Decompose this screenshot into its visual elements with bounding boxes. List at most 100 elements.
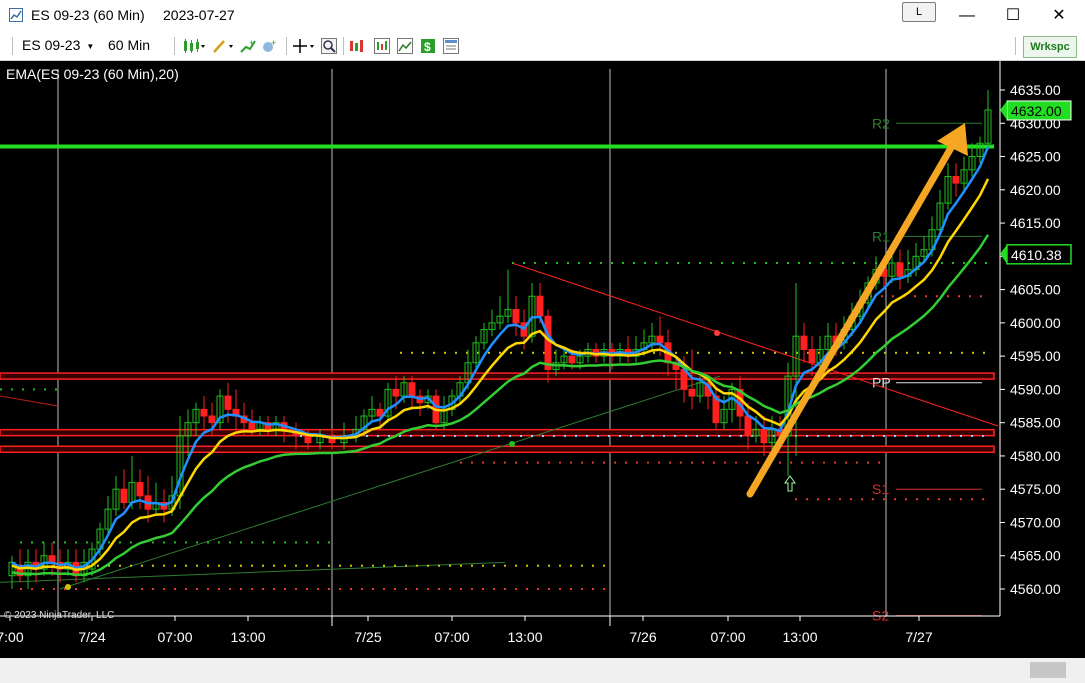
pivot-dot-marker	[119, 564, 121, 567]
pivot-dot-marker	[33, 388, 35, 391]
pivot-dot-marker	[564, 434, 566, 437]
pivot-dot-marker	[743, 261, 745, 264]
pivot-dot-marker	[974, 261, 976, 264]
strategies-icon[interactable]: +	[262, 38, 278, 54]
pivot-dot-marker	[460, 588, 462, 590]
pivot-dot-marker	[732, 261, 734, 264]
price-axis-label: 4565.00	[1010, 548, 1061, 564]
pivot-dot-marker	[636, 461, 638, 464]
pivot-dot-marker	[284, 541, 286, 544]
marker-price-label: 4610.38	[1011, 247, 1062, 263]
pivot-dot-marker	[677, 261, 679, 264]
copyright-text: © 2023 NinjaTrader, LLC	[4, 610, 115, 621]
time-axis-label: 13:00	[782, 629, 817, 645]
close-button[interactable]: ✕	[1036, 0, 1082, 32]
window-title: ES 09-23 (60 Min)	[31, 7, 145, 23]
pivot-dot-marker	[774, 351, 776, 354]
pivot-dot-marker	[801, 461, 803, 464]
pivot-dot-marker	[196, 541, 198, 544]
zoom-icon[interactable]	[321, 38, 337, 54]
pivot-dot-marker	[273, 541, 275, 544]
templates-icon[interactable]	[397, 38, 413, 54]
pivot-dot-marker	[785, 351, 787, 354]
pivot-dot-marker	[696, 434, 698, 437]
pivot-dot-marker	[812, 461, 814, 464]
workspace-button[interactable]: Wrkspc	[1023, 36, 1077, 58]
price-chart[interactable]: R2R1PPS1S24635.004630.004625.004620.0046…	[0, 61, 1085, 658]
pivot-dot-marker	[510, 351, 512, 354]
pivot-dot-marker	[980, 295, 982, 298]
crosshair-icon[interactable]	[292, 38, 316, 54]
price-marker-icon[interactable]: $	[420, 38, 436, 54]
pivot-dot-marker	[556, 261, 558, 264]
pivot-dot-marker	[251, 588, 253, 590]
pivot-dot-marker	[388, 434, 390, 437]
bar-type-icon[interactable]	[182, 38, 206, 54]
pivot-dot-marker	[542, 434, 544, 437]
candle-down	[304, 435, 312, 444]
pivot-dot-marker	[947, 295, 949, 298]
support-zone-line	[0, 445, 995, 454]
interval-selector[interactable]: 60 Min	[108, 37, 150, 53]
pivot-dot-marker	[892, 295, 894, 298]
time-axis-label: 07:00	[710, 629, 745, 645]
instrument-selector[interactable]: ES 09-23 ▼	[22, 37, 94, 53]
pivot-dot-marker	[108, 541, 110, 544]
pivot-dot-marker	[328, 588, 330, 590]
pivot-dot-marker	[905, 434, 907, 437]
pivot-dot-marker	[526, 588, 528, 590]
pivot-dot-marker	[961, 351, 963, 354]
time-axis-label: 13:00	[230, 629, 265, 645]
pivot-dot-marker	[55, 388, 57, 391]
chart-panel[interactable]: R2 R1 PP S1 S2 4635.00 4630.00 4625.00 4620.00 46…	[0, 61, 1085, 658]
pivot-dot-marker	[592, 461, 594, 464]
pivot-dot-marker	[152, 588, 154, 590]
pivot-dot-marker	[328, 564, 330, 567]
pivot-dot-marker	[707, 434, 709, 437]
candle-down	[544, 315, 552, 370]
drawing-tool-icon[interactable]	[212, 38, 234, 54]
pivot-dot-marker	[523, 261, 525, 264]
pivot-dot-marker	[713, 461, 715, 464]
pivot-dot-marker	[262, 541, 264, 544]
toolbar-divider	[174, 37, 175, 55]
pivot-dot-marker	[273, 564, 275, 567]
pivot-dot-marker	[366, 434, 368, 437]
pivot-dot-marker	[504, 564, 506, 567]
pivot-dot-marker	[86, 541, 88, 544]
candle-down	[536, 295, 544, 317]
price-axis-label: 4615.00	[1010, 215, 1061, 231]
candle-down	[656, 335, 664, 344]
pivot-dot-marker	[119, 588, 121, 590]
pivot-dot-marker	[218, 588, 220, 590]
pivot-dot-marker	[438, 564, 440, 567]
pivot-dot-marker	[652, 434, 654, 437]
pivot-dot-marker	[647, 461, 649, 464]
horizontal-scrollbar[interactable]	[0, 658, 1085, 683]
pivot-dot-marker	[295, 588, 297, 590]
toolbar-divider	[12, 37, 13, 55]
maximize-button[interactable]: ☐	[990, 0, 1036, 32]
pivot-dot-marker	[861, 434, 863, 437]
properties-icon[interactable]	[443, 38, 459, 54]
pivot-dot-marker	[163, 564, 165, 567]
pivot-dot-marker	[960, 434, 962, 437]
pivot-dot-marker	[685, 434, 687, 437]
pivot-dot-marker	[622, 261, 624, 264]
pivot-dot-marker	[597, 434, 599, 437]
candle-down	[952, 175, 960, 184]
minimize-button[interactable]: —	[944, 0, 990, 32]
link-button[interactable]: L	[902, 2, 936, 22]
pivot-dot-marker	[433, 351, 435, 354]
pivot-dot-marker	[350, 588, 352, 590]
pivot-dot-marker	[936, 295, 938, 298]
chart-trader-icon[interactable]	[349, 38, 365, 54]
data-box-icon[interactable]	[374, 38, 390, 54]
pivot-dot-marker	[306, 541, 308, 544]
pivot-dot-marker	[548, 461, 550, 464]
indicators-icon[interactable]: +	[240, 38, 256, 54]
pivot-dot-marker	[11, 388, 13, 391]
pivot-dot-marker	[405, 564, 407, 567]
scrollbar-thumb[interactable]	[1030, 662, 1066, 678]
pivot-dot-marker	[928, 351, 930, 354]
